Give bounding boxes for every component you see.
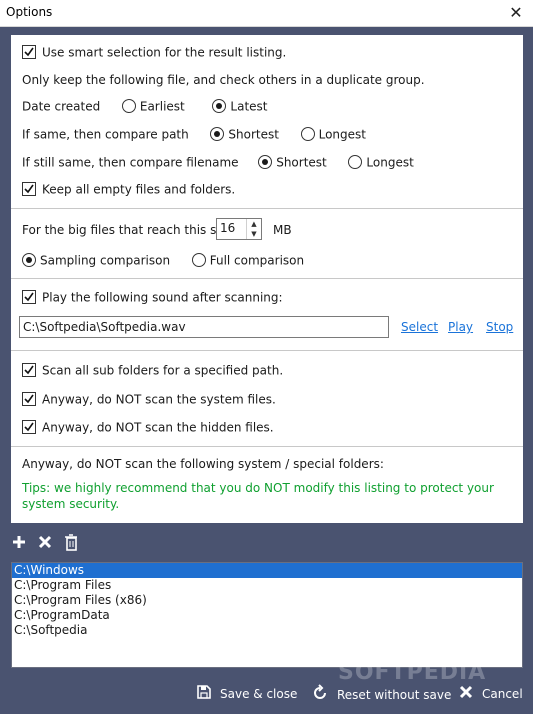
date-latest-radio[interactable]	[212, 98, 227, 113]
full-comparison-label[interactable]: Full comparison	[210, 254, 304, 268]
reset-without-save-label: Reset without save	[337, 688, 452, 702]
list-item[interactable]: C:\Softpedia	[12, 623, 522, 638]
big-files-label: For the big files that reach this size	[22, 223, 234, 237]
close-icon[interactable]: ✕	[499, 0, 533, 26]
stepper-up-icon[interactable]: ▲	[247, 219, 261, 229]
keep-empty-label: Keep all empty files and folders.	[42, 182, 236, 197]
list-item[interactable]: C:\Program Files	[12, 578, 522, 593]
skip-hidden-files-option[interactable]: Anyway, do NOT scan the hidden files.	[22, 418, 274, 436]
skip-system-files-label: Anyway, do NOT scan the system files.	[42, 392, 276, 407]
big-files-unit: MB	[273, 223, 292, 237]
cancel-icon	[458, 684, 474, 705]
divider	[11, 350, 523, 351]
smart-selection-checkbox[interactable]	[22, 44, 36, 59]
divider	[11, 208, 523, 209]
big-files-size-value[interactable]: 16	[220, 221, 235, 235]
select-sound-link[interactable]: Select	[401, 320, 438, 334]
path-longest-radio[interactable]	[300, 126, 315, 141]
play-sound-link[interactable]: Play	[448, 320, 473, 334]
compare-path-row: If same, then compare path Shortest Long…	[22, 125, 366, 143]
title-bar: Options ✕	[0, 0, 533, 27]
window-title: Options	[6, 5, 53, 19]
sound-path-field[interactable]: C:\Softpedia\Softpedia.wav	[19, 316, 389, 338]
filename-longest-label[interactable]: Longest	[366, 156, 413, 170]
skip-hidden-files-checkbox[interactable]	[22, 419, 36, 434]
filename-shortest-label[interactable]: Shortest	[276, 156, 327, 170]
compare-filename-label: If still same, then compare filename	[22, 155, 239, 170]
softpedia-watermark: SOFTPEDIA	[338, 660, 487, 685]
skip-system-files-checkbox[interactable]	[22, 391, 36, 406]
date-created-row: Date created Earliest Latest	[22, 97, 268, 115]
play-sound-option[interactable]: Play the following sound after scanning:	[22, 288, 283, 306]
skip-hidden-files-label: Anyway, do NOT scan the hidden files.	[42, 420, 274, 435]
date-created-label: Date created	[22, 99, 101, 114]
filename-longest-radio[interactable]	[348, 154, 363, 169]
compare-path-label: If same, then compare path	[22, 127, 189, 142]
sampling-comparison-label[interactable]: Sampling comparison	[40, 254, 170, 268]
scan-subfolders-checkbox[interactable]	[22, 362, 36, 377]
date-earliest-label[interactable]: Earliest	[140, 100, 185, 114]
stepper-arrows[interactable]: ▲ ▼	[246, 219, 261, 239]
keep-empty-option[interactable]: Keep all empty files and folders.	[22, 180, 235, 198]
save-icon	[196, 684, 212, 705]
comparison-mode-row: Sampling comparison Full comparison	[22, 251, 304, 269]
cancel-button[interactable]: Cancel	[458, 684, 523, 702]
reset-without-save-button[interactable]: Reset without save	[311, 684, 451, 702]
compare-filename-row: If still same, then compare filename Sho…	[22, 153, 414, 171]
save-close-label: Save & close	[220, 687, 298, 701]
smart-selection-label: Use smart selection for the result listi…	[42, 45, 287, 60]
keep-hint: Only keep the following file, and check …	[22, 73, 425, 87]
path-shortest-radio[interactable]	[210, 126, 225, 141]
skip-system-files-option[interactable]: Anyway, do NOT scan the system files.	[22, 390, 276, 408]
play-sound-label: Play the following sound after scanning:	[42, 290, 283, 305]
date-earliest-radio[interactable]	[121, 98, 136, 113]
x-icon[interactable]	[37, 534, 53, 553]
reset-icon	[311, 684, 329, 707]
stop-sound-link[interactable]: Stop	[486, 320, 513, 334]
trash-icon[interactable]	[63, 533, 79, 554]
cancel-label: Cancel	[482, 687, 523, 701]
divider	[11, 278, 523, 279]
special-folders-list[interactable]: C:\Windows C:\Program Files C:\Program F…	[11, 562, 523, 668]
list-item[interactable]: C:\Program Files (x86)	[12, 593, 522, 608]
plus-icon[interactable]	[11, 534, 27, 553]
big-files-size-stepper[interactable]: 16 ▲ ▼	[216, 218, 262, 240]
options-panel: Use smart selection for the result listi…	[11, 35, 523, 523]
filename-shortest-radio[interactable]	[258, 154, 273, 169]
play-sound-checkbox[interactable]	[22, 289, 36, 304]
path-longest-label[interactable]: Longest	[319, 128, 366, 142]
full-comparison-radio[interactable]	[191, 252, 206, 267]
save-close-button[interactable]: Save & close	[196, 684, 297, 702]
list-item[interactable]: C:\ProgramData	[12, 608, 522, 623]
divider	[11, 446, 523, 447]
keep-empty-checkbox[interactable]	[22, 181, 36, 196]
sound-path-value[interactable]: C:\Softpedia\Softpedia.wav	[23, 320, 186, 334]
scan-subfolders-label: Scan all sub folders for a specified pat…	[42, 363, 284, 378]
folder-toolbar	[11, 533, 85, 553]
stepper-down-icon[interactable]: ▼	[247, 229, 261, 239]
special-folders-label: Anyway, do NOT scan the following system…	[22, 457, 384, 471]
date-latest-label[interactable]: Latest	[230, 100, 267, 114]
sampling-comparison-radio[interactable]	[22, 252, 36, 267]
smart-selection-option[interactable]: Use smart selection for the result listi…	[22, 43, 286, 61]
list-item[interactable]: C:\Windows	[12, 563, 522, 578]
path-shortest-label[interactable]: Shortest	[228, 128, 279, 142]
scan-subfolders-option[interactable]: Scan all sub folders for a specified pat…	[22, 361, 283, 379]
tips-text: Tips: we highly recommend that you do NO…	[22, 481, 494, 511]
